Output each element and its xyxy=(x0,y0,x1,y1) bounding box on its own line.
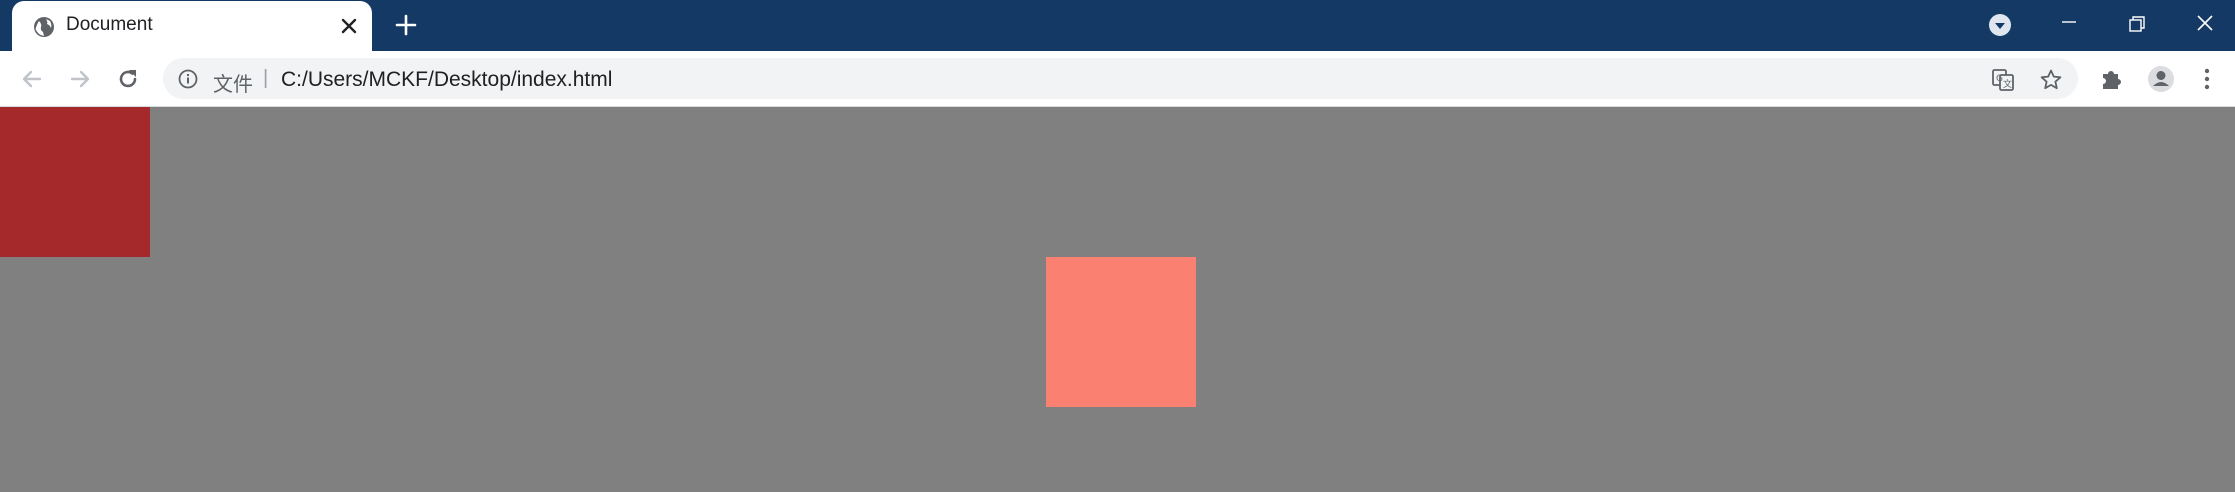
tab-title: Document xyxy=(66,14,153,35)
translate-icon[interactable]: G 文 xyxy=(1990,67,2016,93)
chevron-down-circle-icon[interactable] xyxy=(1985,10,2015,40)
close-icon[interactable] xyxy=(338,15,360,37)
address-bar[interactable]: 文件 | C:/Users/MCKF/Desktop/index.html G … xyxy=(163,58,2078,99)
kebab-menu-icon[interactable] xyxy=(2192,64,2222,94)
star-icon[interactable] xyxy=(2038,67,2064,93)
tab-strip: Document xyxy=(0,0,2235,51)
arrow-right-icon[interactable] xyxy=(65,64,95,94)
scheme-separator: | xyxy=(263,67,269,89)
info-icon[interactable] xyxy=(177,68,199,90)
url-text[interactable]: C:/Users/MCKF/Desktop/index.html xyxy=(281,68,612,92)
restore-icon[interactable] xyxy=(2122,10,2152,40)
scheme-label: 文件 xyxy=(213,74,253,96)
svg-text:G: G xyxy=(1996,74,2003,84)
close-icon[interactable] xyxy=(2190,10,2220,40)
red-square xyxy=(0,107,150,257)
browser-toolbar: 文件 | C:/Users/MCKF/Desktop/index.html G … xyxy=(0,51,2235,107)
minimize-icon[interactable] xyxy=(2054,10,2084,40)
person-icon[interactable] xyxy=(2146,64,2176,94)
puzzle-icon[interactable] xyxy=(2097,64,2127,94)
salmon-square xyxy=(1046,257,1196,407)
reload-icon[interactable] xyxy=(113,64,143,94)
svg-text:文: 文 xyxy=(2003,78,2012,90)
tab-document[interactable]: Document xyxy=(12,1,372,51)
plus-icon[interactable] xyxy=(393,12,419,38)
globe-icon xyxy=(34,17,54,37)
arrow-left-icon[interactable] xyxy=(17,64,47,94)
page-viewport xyxy=(0,107,2235,492)
